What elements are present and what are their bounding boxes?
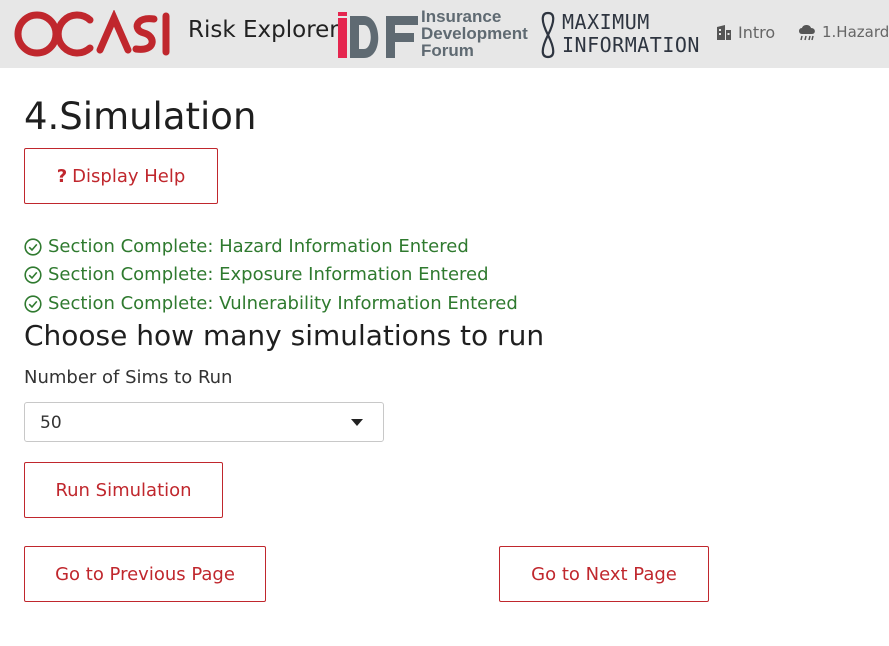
section-heading: Choose how many simulations to run xyxy=(24,319,545,352)
check-circle-icon xyxy=(24,265,42,284)
sims-field-label: Number of Sims to Run xyxy=(24,367,233,388)
status-message-hazard: Section Complete: Hazard Information Ent… xyxy=(24,236,469,257)
nav-item-label: 1.Hazard xyxy=(822,23,889,41)
idf-logo-text: Insurance Development Forum xyxy=(421,8,528,59)
sims-select-value: 50 xyxy=(40,413,62,433)
maximum-information-logo-text: MAXIMUM INFORMATION xyxy=(562,11,700,57)
check-circle-icon xyxy=(24,237,42,256)
idf-logo xyxy=(338,12,418,58)
building-icon xyxy=(717,25,731,40)
next-page-button[interactable]: Go to Next Page xyxy=(499,546,709,602)
question-icon: ? xyxy=(56,165,68,187)
maxinfo-line-2: INFORMATION xyxy=(562,33,700,57)
storm-cloud-icon xyxy=(799,24,815,40)
check-circle-icon xyxy=(24,294,42,313)
sims-select[interactable]: 50 xyxy=(24,402,384,442)
idf-line-3: Forum xyxy=(421,41,474,60)
oasis-logo[interactable] xyxy=(14,10,180,58)
display-help-label: Display Help xyxy=(72,165,186,187)
top-navbar: Risk Explorer Insurance Development Foru… xyxy=(0,0,889,68)
status-message-exposure: Section Complete: Exposure Information E… xyxy=(24,264,489,285)
status-text: Section Complete: Vulnerability Informat… xyxy=(48,293,518,314)
maxinfo-line-1: MAXIMUM xyxy=(562,10,650,34)
run-simulation-button[interactable]: Run Simulation xyxy=(24,462,223,518)
nav-item-label: Intro xyxy=(738,23,776,42)
status-text: Section Complete: Hazard Information Ent… xyxy=(48,236,469,257)
status-text: Section Complete: Exposure Information E… xyxy=(48,264,489,285)
app-title: Risk Explorer xyxy=(188,17,339,43)
previous-page-button[interactable]: Go to Previous Page xyxy=(24,546,266,602)
caret-down-icon xyxy=(351,419,363,426)
idf-line-2: Development xyxy=(421,24,528,43)
display-help-button[interactable]: ? Display Help xyxy=(24,148,218,204)
maximum-information-logo-mark xyxy=(541,11,555,59)
idf-line-1: Insurance xyxy=(421,7,502,26)
nav-item-intro[interactable]: Intro xyxy=(715,23,775,42)
nav-item-hazard[interactable]: 1.Hazard xyxy=(797,23,889,41)
status-message-vulnerability: Section Complete: Vulnerability Informat… xyxy=(24,293,518,314)
page-title: 4.Simulation xyxy=(24,95,257,138)
